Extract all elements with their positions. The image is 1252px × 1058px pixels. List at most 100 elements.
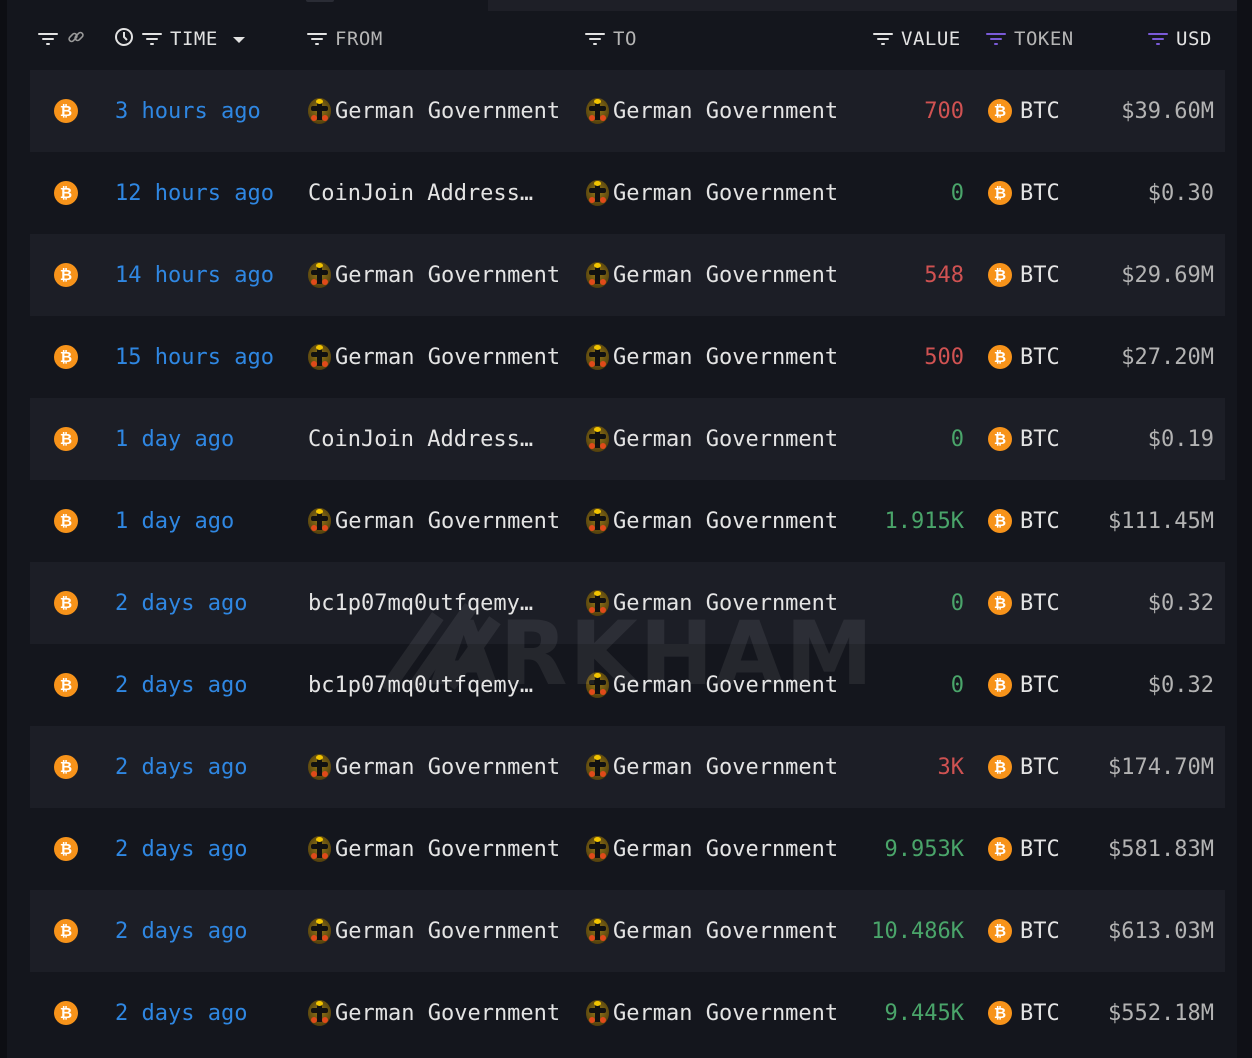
- header-usd-label[interactable]: USD: [1176, 28, 1212, 50]
- time-link[interactable]: 2 days ago: [115, 562, 247, 644]
- to-entity[interactable]: German Government: [586, 562, 838, 644]
- from-entity-name[interactable]: German Government: [335, 345, 560, 370]
- token-cell[interactable]: ₿ BTC: [988, 316, 1060, 398]
- token-symbol[interactable]: BTC: [1020, 919, 1060, 944]
- filter-active-icon[interactable]: [986, 32, 1006, 46]
- table-row[interactable]: ₿ 1 day ago CoinJoin Address… German Govern…: [30, 398, 1225, 480]
- from-entity-name[interactable]: German Government: [335, 837, 560, 862]
- time-link[interactable]: 15 hours ago: [115, 316, 274, 398]
- from-entity-name[interactable]: German Government: [335, 509, 560, 534]
- token-symbol[interactable]: BTC: [1020, 1001, 1060, 1026]
- from-entity[interactable]: German Government: [308, 890, 560, 972]
- from-entity-name[interactable]: CoinJoin Address…: [308, 181, 533, 206]
- from-entity-name[interactable]: German Government: [335, 263, 560, 288]
- token-symbol[interactable]: BTC: [1020, 837, 1060, 862]
- to-entity-name[interactable]: German Government: [613, 181, 838, 206]
- header-time-label[interactable]: TIME: [170, 28, 218, 50]
- from-entity[interactable]: German Government: [308, 316, 560, 398]
- token-cell[interactable]: ₿ BTC: [988, 480, 1060, 562]
- time-link[interactable]: 3 hours ago: [115, 70, 261, 152]
- header-to-label[interactable]: TO: [613, 28, 637, 50]
- to-entity[interactable]: German Government: [586, 234, 838, 316]
- token-cell[interactable]: ₿ BTC: [988, 398, 1060, 480]
- token-symbol[interactable]: BTC: [1020, 509, 1060, 534]
- time-link[interactable]: 1 day ago: [115, 480, 234, 562]
- from-entity[interactable]: CoinJoin Address…: [308, 398, 533, 480]
- time-link[interactable]: 2 days ago: [115, 808, 247, 890]
- to-entity-name[interactable]: German Government: [613, 1001, 838, 1026]
- token-symbol[interactable]: BTC: [1020, 427, 1060, 452]
- from-entity[interactable]: German Government: [308, 726, 560, 808]
- header-filter-link[interactable]: [38, 18, 86, 60]
- token-symbol[interactable]: BTC: [1020, 591, 1060, 616]
- table-row[interactable]: ₿ 2 days ago German Government German Gover…: [30, 890, 1225, 972]
- to-entity-name[interactable]: German Government: [613, 591, 838, 616]
- to-entity[interactable]: German Government: [586, 890, 838, 972]
- header-value[interactable]: VALUE: [873, 18, 961, 60]
- token-symbol[interactable]: BTC: [1020, 673, 1060, 698]
- header-from-label[interactable]: FROM: [335, 28, 383, 50]
- to-entity[interactable]: German Government: [586, 152, 838, 234]
- to-entity[interactable]: German Government: [586, 808, 838, 890]
- filter-icon[interactable]: [873, 32, 893, 46]
- from-entity[interactable]: bc1p07mq0utfqemy…: [308, 644, 533, 726]
- filter-icon[interactable]: [38, 32, 58, 46]
- token-cell[interactable]: ₿ BTC: [988, 726, 1060, 808]
- header-token[interactable]: TOKEN: [986, 18, 1074, 60]
- token-symbol[interactable]: BTC: [1020, 755, 1060, 780]
- link-icon[interactable]: [66, 27, 86, 52]
- token-cell[interactable]: ₿ BTC: [988, 70, 1060, 152]
- to-entity-name[interactable]: German Government: [613, 919, 838, 944]
- token-cell[interactable]: ₿ BTC: [988, 808, 1060, 890]
- to-entity-name[interactable]: German Government: [613, 673, 838, 698]
- to-entity-name[interactable]: German Government: [613, 263, 838, 288]
- from-entity[interactable]: German Government: [308, 808, 560, 890]
- token-cell[interactable]: ₿ BTC: [988, 234, 1060, 316]
- from-entity[interactable]: bc1p07mq0utfqemy…: [308, 562, 533, 644]
- from-entity-name[interactable]: German Government: [335, 99, 560, 124]
- header-from[interactable]: FROM: [307, 18, 383, 60]
- token-symbol[interactable]: BTC: [1020, 181, 1060, 206]
- to-entity[interactable]: German Government: [586, 480, 838, 562]
- from-entity[interactable]: German Government: [308, 234, 560, 316]
- to-entity-name[interactable]: German Government: [613, 427, 838, 452]
- time-link[interactable]: 1 day ago: [115, 398, 234, 480]
- scrollbar-track[interactable]: [1237, 0, 1252, 1058]
- time-link[interactable]: 2 days ago: [115, 644, 247, 726]
- time-link[interactable]: 2 days ago: [115, 972, 247, 1054]
- time-link[interactable]: 14 hours ago: [115, 234, 274, 316]
- header-to[interactable]: TO: [585, 18, 637, 60]
- token-cell[interactable]: ₿ BTC: [988, 152, 1060, 234]
- token-cell[interactable]: ₿ BTC: [988, 562, 1060, 644]
- from-entity[interactable]: German Government: [308, 972, 560, 1054]
- filter-icon[interactable]: [307, 32, 327, 46]
- from-entity-name[interactable]: German Government: [335, 919, 560, 944]
- to-entity-name[interactable]: German Government: [613, 345, 838, 370]
- from-entity[interactable]: CoinJoin Address…: [308, 152, 533, 234]
- time-link[interactable]: 2 days ago: [115, 726, 247, 808]
- to-entity[interactable]: German Government: [586, 726, 838, 808]
- table-row[interactable]: ₿ 14 hours ago German Government German Gov…: [30, 234, 1225, 316]
- table-row[interactable]: ₿ 2 days ago bc1p07mq0utfqemy… German Gover…: [30, 644, 1225, 726]
- token-symbol[interactable]: BTC: [1020, 263, 1060, 288]
- to-entity-name[interactable]: German Government: [613, 755, 838, 780]
- token-symbol[interactable]: BTC: [1020, 99, 1060, 124]
- filter-active-icon[interactable]: [1148, 32, 1168, 46]
- header-token-label[interactable]: TOKEN: [1014, 28, 1074, 50]
- token-cell[interactable]: ₿ BTC: [988, 644, 1060, 726]
- to-entity-name[interactable]: German Government: [613, 509, 838, 534]
- to-entity[interactable]: German Government: [586, 972, 838, 1054]
- filter-icon[interactable]: [585, 32, 605, 46]
- to-entity-name[interactable]: German Government: [613, 99, 838, 124]
- filter-icon[interactable]: [142, 32, 162, 46]
- table-row[interactable]: ₿ 12 hours ago CoinJoin Address… German Gov…: [30, 152, 1225, 234]
- table-row[interactable]: ₿ 2 days ago bc1p07mq0utfqemy… German Gover…: [30, 562, 1225, 644]
- header-usd[interactable]: USD: [1148, 18, 1212, 60]
- from-entity-name[interactable]: bc1p07mq0utfqemy…: [308, 591, 533, 616]
- table-row[interactable]: ₿ 15 hours ago German Government German Gov…: [30, 316, 1225, 398]
- time-link[interactable]: 2 days ago: [115, 890, 247, 972]
- token-cell[interactable]: ₿ BTC: [988, 890, 1060, 972]
- to-entity[interactable]: German Government: [586, 398, 838, 480]
- drag-handle[interactable]: [306, 0, 334, 2]
- sort-desc-icon[interactable]: [232, 28, 246, 50]
